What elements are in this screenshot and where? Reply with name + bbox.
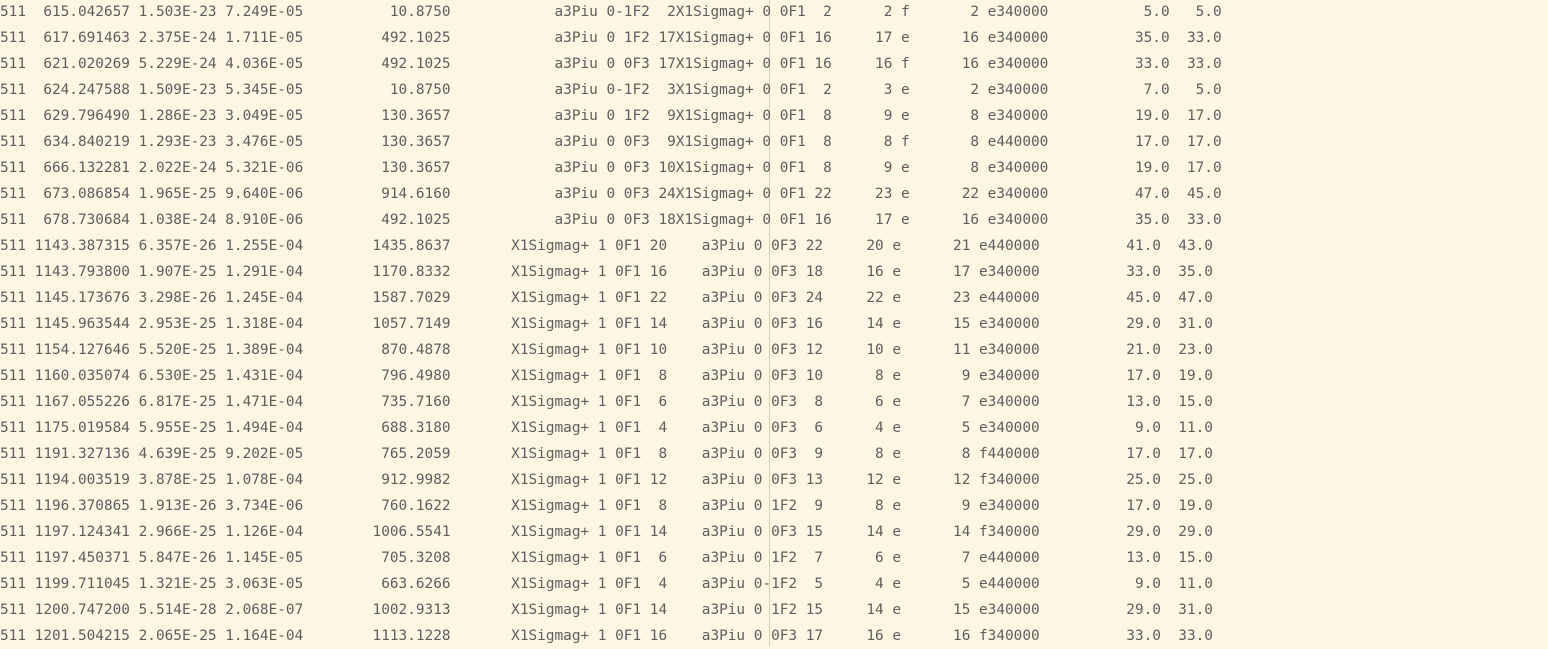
text-line[interactable]: 511 624.247588 1.509E-23 5.345E-05 10.87…	[0, 77, 1222, 103]
text-line[interactable]: 511 615.042657 1.503E-23 7.249E-05 10.87…	[0, 0, 1222, 25]
line-text: 511 1160.035074 6.530E-25 1.431E-04 796.…	[0, 368, 1213, 384]
text-line[interactable]: 511 1143.387315 6.357E-26 1.255E-04 1435…	[0, 233, 1213, 259]
text-line[interactable]: 511 1143.793800 1.907E-25 1.291E-04 1170…	[0, 259, 1213, 285]
text-line[interactable]: 511 1191.327136 4.639E-25 9.202E-05 765.…	[0, 441, 1213, 467]
text-line[interactable]: 511 1145.173676 3.298E-26 1.245E-04 1587…	[0, 285, 1213, 311]
line-text: 511 617.691463 2.375E-24 1.711E-05 492.1…	[0, 30, 1222, 46]
text-line[interactable]: 511 1167.055226 6.817E-25 1.471E-04 735.…	[0, 389, 1213, 415]
line-text: 511 1194.003519 3.878E-25 1.078E-04 912.…	[0, 472, 1213, 488]
line-text: 511 624.247588 1.509E-23 5.345E-05 10.87…	[0, 82, 1222, 98]
text-line[interactable]: 511 1199.711045 1.321E-25 3.063E-05 663.…	[0, 571, 1213, 597]
line-text: 511 1175.019584 5.955E-25 1.494E-04 688.…	[0, 420, 1213, 436]
line-text: 511 1196.370865 1.913E-26 3.734E-06 760.…	[0, 498, 1213, 514]
line-text: 511 1199.711045 1.321E-25 3.063E-05 663.…	[0, 576, 1213, 592]
line-text: 511 615.042657 1.503E-23 7.249E-05 10.87…	[0, 4, 1222, 20]
line-text: 511 1191.327136 4.639E-25 9.202E-05 765.…	[0, 446, 1213, 462]
line-text: 511 1167.055226 6.817E-25 1.471E-04 735.…	[0, 394, 1213, 410]
text-line[interactable]: 511 666.132281 2.022E-24 5.321E-06 130.3…	[0, 155, 1222, 181]
text-line[interactable]: 511 1145.963544 2.953E-25 1.318E-04 1057…	[0, 311, 1213, 337]
line-text: 511 1197.450371 5.847E-26 1.145E-05 705.…	[0, 550, 1213, 566]
line-text: 511 1200.747200 5.514E-28 2.068E-07 1002…	[0, 602, 1213, 618]
text-editor[interactable]: 511 615.042657 1.503E-23 7.249E-05 10.87…	[0, 0, 1548, 646]
line-text: 511 1145.173676 3.298E-26 1.245E-04 1587…	[0, 290, 1213, 306]
line-text: 511 1154.127646 5.520E-25 1.389E-04 870.…	[0, 342, 1213, 358]
text-line[interactable]: 511 1194.003519 3.878E-25 1.078E-04 912.…	[0, 467, 1213, 493]
line-text: 511 673.086854 1.965E-25 9.640E-06 914.6…	[0, 186, 1222, 202]
text-line[interactable]: 511 617.691463 2.375E-24 1.711E-05 492.1…	[0, 25, 1222, 51]
text-line[interactable]: 511 1200.747200 5.514E-28 2.068E-07 1002…	[0, 597, 1213, 623]
text-line[interactable]: 511 1197.450371 5.847E-26 1.145E-05 705.…	[0, 545, 1213, 571]
line-text: 511 1143.387315 6.357E-26 1.255E-04 1435…	[0, 238, 1213, 254]
line-text: 511 1197.124341 2.966E-25 1.126E-04 1006…	[0, 524, 1213, 540]
line-text: 511 1201.504215 2.065E-25 1.164E-04 1113…	[0, 628, 1213, 644]
line-text: 511 629.796490 1.286E-23 3.049E-05 130.3…	[0, 108, 1222, 124]
text-line[interactable]: 511 1196.370865 1.913E-26 3.734E-06 760.…	[0, 493, 1213, 519]
text-line[interactable]: 511 678.730684 1.038E-24 8.910E-06 492.1…	[0, 207, 1222, 233]
text-line[interactable]: 511 629.796490 1.286E-23 3.049E-05 130.3…	[0, 103, 1222, 129]
text-line[interactable]: 511 634.840219 1.293E-23 3.476E-05 130.3…	[0, 129, 1222, 155]
text-line[interactable]: 511 1154.127646 5.520E-25 1.389E-04 870.…	[0, 337, 1213, 363]
text-line[interactable]: 511 621.020269 5.229E-24 4.036E-05 492.1…	[0, 51, 1222, 77]
line-text: 511 666.132281 2.022E-24 5.321E-06 130.3…	[0, 160, 1222, 176]
line-text: 511 1143.793800 1.907E-25 1.291E-04 1170…	[0, 264, 1213, 280]
text-line[interactable]: 511 1160.035074 6.530E-25 1.431E-04 796.…	[0, 363, 1213, 389]
text-line[interactable]: 511 1197.124341 2.966E-25 1.126E-04 1006…	[0, 519, 1213, 545]
text-line[interactable]: 511 1175.019584 5.955E-25 1.494E-04 688.…	[0, 415, 1213, 441]
line-text: 511 621.020269 5.229E-24 4.036E-05 492.1…	[0, 56, 1222, 72]
text-line[interactable]: 511 1201.504215 2.065E-25 1.164E-04 1113…	[0, 623, 1213, 649]
line-text: 511 678.730684 1.038E-24 8.910E-06 492.1…	[0, 212, 1222, 228]
text-line[interactable]: 511 673.086854 1.965E-25 9.640E-06 914.6…	[0, 181, 1222, 207]
line-text: 511 1145.963544 2.953E-25 1.318E-04 1057…	[0, 316, 1213, 332]
line-text: 511 634.840219 1.293E-23 3.476E-05 130.3…	[0, 134, 1222, 150]
